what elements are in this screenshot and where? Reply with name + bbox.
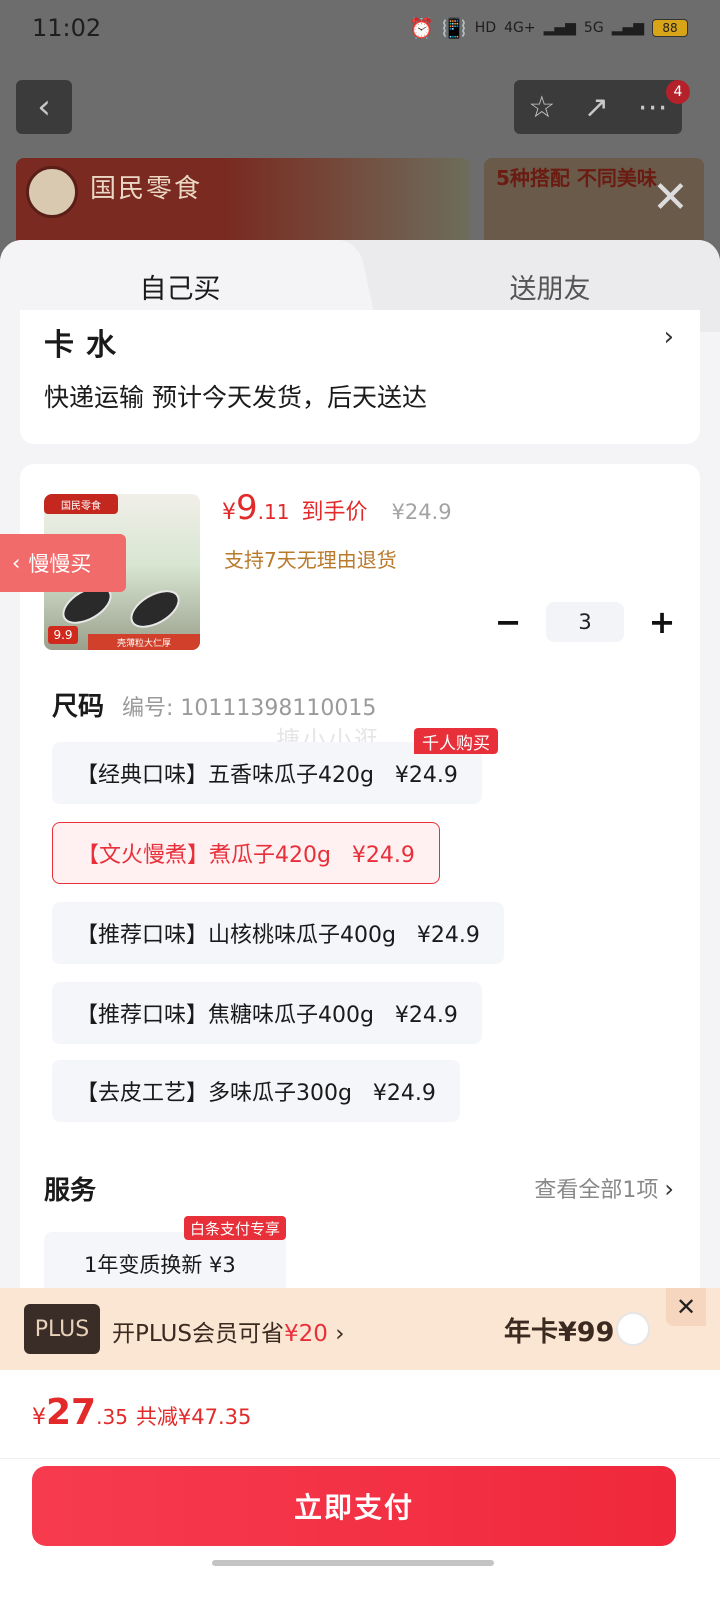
plus-radio[interactable] xyxy=(616,1312,650,1346)
increase-button[interactable]: + xyxy=(644,603,680,641)
address-name: 卡水 xyxy=(44,328,128,363)
service-option[interactable]: 1年变质换新 ¥3 xyxy=(44,1232,286,1296)
signal-icon: ▂▄▆ xyxy=(543,20,576,36)
close-icon[interactable]: ✕ xyxy=(666,1288,706,1326)
size-option[interactable]: 【推荐口味】焦糖味瓜子400g ¥24.9 xyxy=(52,982,482,1044)
nav-actions: ☆ ↗ ⋯ xyxy=(514,80,682,134)
decrease-button[interactable]: − xyxy=(490,603,526,641)
size-code: 编号: 10111398110015 xyxy=(122,696,377,721)
size-option-selected[interactable]: 【文火慢煮】煮瓜子420g ¥24.9 xyxy=(52,822,440,884)
price-currency: ¥ xyxy=(222,500,236,525)
plus-promo-bar[interactable]: PLUS 开PLUS会员可省¥20 › 年卡¥99 ✕ xyxy=(0,1288,720,1370)
product-image-price: 9.9 xyxy=(48,626,78,644)
plus-logo: PLUS xyxy=(24,1304,100,1354)
product-image-brand: 国民零食 xyxy=(44,494,118,514)
vibrate-icon: 📳 xyxy=(441,16,467,40)
quantity-field[interactable]: 3 xyxy=(546,602,624,642)
tab-gift-label: 送朋友 xyxy=(509,273,591,305)
address-card[interactable]: 卡水 › 快递运输 预计今天发货，后天送达 xyxy=(20,310,700,444)
network-label-1: 4G+ xyxy=(504,20,536,36)
size-title: 尺码 xyxy=(52,692,105,722)
total-decimal: .35 xyxy=(96,1405,128,1429)
plus-year-card: 年卡¥99 xyxy=(504,1317,615,1348)
chevron-right-icon: › xyxy=(664,1175,674,1203)
chevron-right-icon: › xyxy=(327,1321,345,1347)
service-badge: 白条支付专享 xyxy=(184,1216,287,1240)
plus-promo-label: 开PLUS会员可省 xyxy=(112,1321,284,1347)
chevron-left-icon: ‹ xyxy=(37,87,51,127)
return-policy: 支持7天无理由退货 xyxy=(224,548,397,572)
total-reduction: 共减¥47.35 xyxy=(135,1405,252,1429)
size-option[interactable]: 【去皮工艺】多味瓜子300g ¥24.9 xyxy=(52,1060,460,1122)
alarm-icon: ⏰ xyxy=(408,16,434,40)
total-integer: 27 xyxy=(46,1392,97,1433)
quantity-stepper: − 3 + xyxy=(490,602,680,642)
slow-buy-button[interactable]: ‹ 慢慢买 xyxy=(0,534,126,592)
slow-buy-label: 慢慢买 xyxy=(28,552,92,576)
status-icons: ⏰ 📳 HD 4G+ ▂▄▆ 5G ▂▄▆ 88 xyxy=(409,16,688,40)
more-icon[interactable]: ⋯ xyxy=(638,90,668,125)
notification-badge: 4 xyxy=(666,80,690,104)
total-currency: ¥ xyxy=(32,1405,46,1430)
signal-icon: ▂▄▆ xyxy=(611,20,644,36)
plus-save-amount: ¥20 xyxy=(283,1321,328,1347)
battery-icon: 88 xyxy=(652,19,688,37)
view-all-services[interactable]: 查看全部1项 › xyxy=(534,1172,674,1204)
divider xyxy=(0,1458,720,1459)
price-decimal: .11 xyxy=(257,500,290,524)
price-row: ¥ 9 .11 到手价 ¥24.9 xyxy=(222,488,452,528)
chevron-right-icon: › xyxy=(663,322,674,352)
share-icon[interactable]: ↗ xyxy=(584,90,609,125)
plus-promo-text: 开PLUS会员可省¥20 › xyxy=(112,1314,344,1348)
back-button[interactable]: ‹ xyxy=(16,80,72,134)
size-option[interactable]: 【推荐口味】山核桃味瓜子400g ¥24.9 xyxy=(52,902,504,964)
delivery-info: 快递运输 预计今天发货，后天送达 xyxy=(44,383,427,412)
service-title: 服务 xyxy=(44,1176,97,1206)
promo-banner-text: 5种搭配 不同美味 xyxy=(496,166,657,190)
hd-label: HD xyxy=(474,20,497,36)
status-time: 11:02 xyxy=(32,14,102,42)
close-icon[interactable]: ✕ xyxy=(652,176,689,220)
chevron-left-icon: ‹ xyxy=(12,551,21,575)
product-image-strip: 壳薄粒大仁厚 xyxy=(88,634,200,650)
price-integer: 9 xyxy=(236,488,258,528)
status-bar: 11:02 ⏰ 📳 HD 4G+ ▂▄▆ 5G ▂▄▆ 88 xyxy=(0,0,720,56)
tab-self-buy-label: 自己买 xyxy=(139,273,221,305)
checkout-footer: ¥ 27 .35 共减¥47.35 立即支付 xyxy=(0,1370,720,1600)
star-icon[interactable]: ☆ xyxy=(528,90,555,125)
price-label: 到手价 xyxy=(301,500,368,525)
popular-badge: 千人购买 xyxy=(414,728,498,754)
view-all-label: 查看全部1项 xyxy=(534,1178,659,1203)
brand-name: 国民零食 xyxy=(90,174,203,204)
pay-now-button[interactable]: 立即支付 xyxy=(32,1466,676,1546)
seed-graphic xyxy=(124,582,186,636)
total-price: ¥ 27 .35 共减¥47.35 xyxy=(32,1392,251,1433)
network-label-2: 5G xyxy=(583,20,604,36)
brand-logo xyxy=(26,166,78,218)
home-indicator xyxy=(212,1560,494,1566)
original-price: ¥24.9 xyxy=(391,500,452,524)
